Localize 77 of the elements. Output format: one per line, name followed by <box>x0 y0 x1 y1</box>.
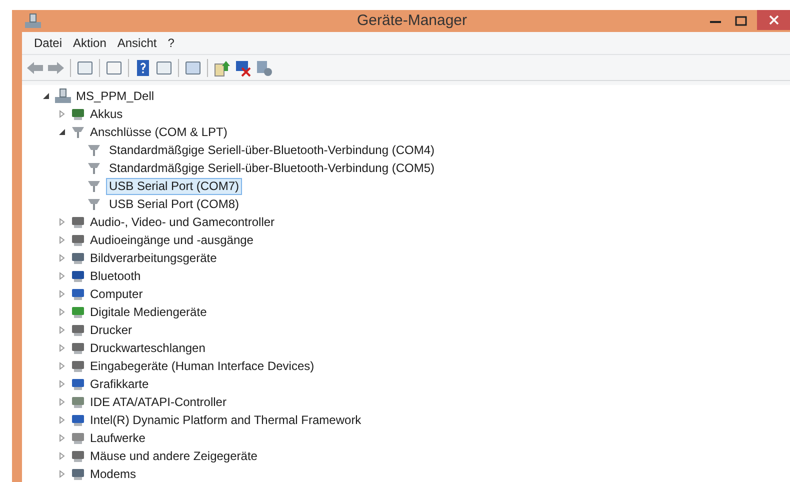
expand-arrow-icon[interactable] <box>58 398 66 406</box>
device-icon <box>70 304 86 320</box>
expand-arrow-icon[interactable] <box>58 434 66 442</box>
tree-item[interactable]: Standardmäßgige Seriell-über-Bluetooth-Verbindung (COM5) <box>106 160 438 176</box>
expand-arrow-icon[interactable] <box>58 290 66 298</box>
port-icon <box>86 178 102 194</box>
disable-device-icon[interactable] <box>234 58 252 76</box>
tree-item[interactable]: Intel(R) Dynamic Platform and Thermal Framework <box>90 411 362 429</box>
device-icon <box>70 268 86 284</box>
expand-arrow-icon[interactable] <box>58 344 66 352</box>
close-icon <box>768 15 778 25</box>
tree-item[interactable]: Audio-, Video- und Gamecontroller <box>90 213 275 231</box>
device-icon <box>70 106 86 122</box>
tree-item[interactable]: Anschlüsse (COM & LPT) <box>90 123 228 141</box>
window-title: Geräte-Manager <box>356 10 468 31</box>
tree-item[interactable]: Druckwarteschlangen <box>90 339 206 357</box>
expand-arrow-icon[interactable] <box>58 326 66 334</box>
expand-arrow-icon[interactable] <box>58 362 66 370</box>
device-icon <box>70 322 86 338</box>
tree-item[interactable]: Bluetooth <box>90 267 141 285</box>
menu-item[interactable]: Aktion <box>69 34 110 52</box>
tree-item[interactable]: Eingabegeräte (Human Interface Devices) <box>90 357 314 375</box>
tree-item[interactable]: MS_PPM_Dell <box>76 87 154 105</box>
menu-item[interactable]: Datei <box>30 34 66 52</box>
device-icon <box>70 340 86 356</box>
device-icon <box>70 430 86 446</box>
port-icon <box>86 160 102 176</box>
computer-icon <box>24 13 42 29</box>
tree-item[interactable]: IDE ATA/ATAPI-Controller <box>90 393 226 411</box>
update-driver-icon[interactable] <box>213 58 231 76</box>
menu-item[interactable]: ? <box>164 34 178 52</box>
tree-item[interactable]: Mäuse und andere Zeigegeräte <box>90 447 258 465</box>
expand-arrow-icon[interactable] <box>58 218 66 226</box>
device-icon <box>70 394 86 410</box>
computer-icon <box>54 88 72 104</box>
tree-item[interactable]: Bildverarbeitungsgeräte <box>90 249 217 267</box>
tree-item[interactable]: Audioeingänge und -ausgänge <box>90 231 254 249</box>
tree-item[interactable]: Modems <box>90 465 136 482</box>
device-icon <box>70 448 86 464</box>
device-icon <box>70 358 86 374</box>
port-icon <box>86 196 102 212</box>
expand-arrow-icon[interactable] <box>58 470 66 478</box>
device-icon <box>70 412 86 428</box>
maximize-icon <box>735 16 747 26</box>
minimize-icon <box>710 20 720 22</box>
tree-item[interactable]: Laufwerke <box>90 429 146 447</box>
device-icon <box>70 232 86 248</box>
device-icon <box>70 466 86 482</box>
menu-item[interactable]: Ansicht <box>113 34 161 52</box>
expand-arrow-icon[interactable] <box>58 452 66 460</box>
back-arrow-icon[interactable] <box>26 60 44 74</box>
tree-item[interactable]: Drucker <box>90 321 132 339</box>
device-icon <box>70 250 86 266</box>
expand-arrow-icon[interactable] <box>58 308 66 316</box>
collapse-arrow-icon[interactable] <box>42 92 50 100</box>
port-icon <box>70 124 86 140</box>
expand-arrow-icon[interactable] <box>58 272 66 280</box>
tree-item[interactable]: Computer <box>90 285 143 303</box>
tree-item[interactable]: Akkus <box>90 105 123 123</box>
tree-item[interactable]: USB Serial Port (COM8) <box>106 196 242 212</box>
help-icon[interactable] <box>134 58 152 76</box>
expand-arrow-icon[interactable] <box>58 416 66 424</box>
expand-arrow-icon[interactable] <box>58 254 66 262</box>
device-icon <box>70 214 86 230</box>
device-icon <box>70 376 86 392</box>
expand-arrow-icon[interactable] <box>58 110 66 118</box>
port-icon <box>86 142 102 158</box>
close-button[interactable] <box>757 10 790 30</box>
tree-item[interactable]: Digitale Mediengeräte <box>90 303 207 321</box>
expand-arrow-icon[interactable] <box>58 380 66 388</box>
tree-item[interactable]: USB Serial Port (COM7) <box>106 178 242 194</box>
tree-item[interactable]: Standardmäßgige Seriell-über-Bluetooth-Verbindung (COM4) <box>106 142 438 158</box>
forward-arrow-icon[interactable] <box>47 60 65 74</box>
tree-item[interactable]: Grafikkarte <box>90 375 149 393</box>
device-icon <box>70 286 86 302</box>
expand-arrow-icon[interactable] <box>58 236 66 244</box>
collapse-arrow-icon[interactable] <box>58 128 66 136</box>
